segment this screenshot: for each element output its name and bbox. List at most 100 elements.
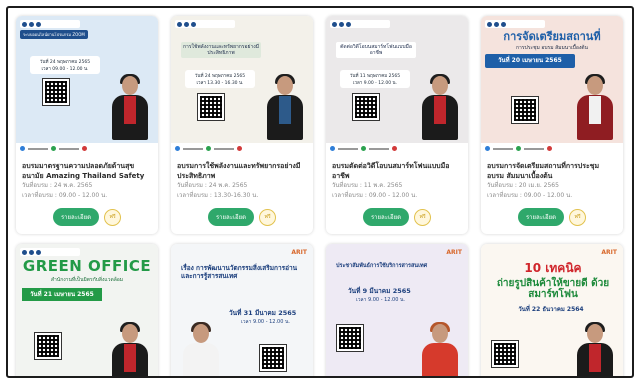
youtube-icon [237, 146, 242, 151]
poster-date: วันที่ 21 เมษายน 2565 [22, 288, 102, 301]
qr-code-icon [42, 78, 70, 106]
line-icon [516, 146, 521, 151]
course-poster[interactable]: ARIT เรื่อง การพัฒนานวัตกรรมสิ่งเสริมการ… [171, 244, 313, 376]
poster-subheading: การประชุม อบรม สัมมนาเบื้องต้น [516, 45, 588, 51]
speaker-photo [110, 74, 150, 140]
course-title: อบรมการจัดเตรียมสถานที่การประชุม อบรม สั… [487, 162, 600, 180]
course-grid: ระบบออนไลน์ผ่านโปรแกรม ZOOM วันที่ 24 พฤ… [16, 16, 624, 376]
course-card[interactable]: ARIT เรื่อง การพัฒนานวัตกรรมสิ่งเสริมการ… [171, 244, 313, 376]
course-poster[interactable]: ARIT ประชาสัมพันธ์การใช้บริการสารสนเทศ ว… [326, 244, 468, 376]
logo-strip [330, 20, 390, 28]
qr-code-icon [197, 93, 225, 121]
qr-code-icon [336, 324, 364, 352]
youtube-icon [547, 146, 552, 151]
qr-code-icon [352, 93, 380, 121]
poster-heading: การจัดเตรียมสถานที่ [503, 30, 601, 43]
detail-button[interactable]: รายละเอียด [517, 208, 565, 226]
poster-heading: 10 เทคนิค [524, 261, 582, 275]
qr-code-icon [259, 344, 287, 372]
youtube-icon [82, 146, 87, 151]
facebook-icon [20, 146, 25, 151]
social-strip [481, 143, 623, 154]
social-strip [171, 143, 313, 154]
speaker-photo [575, 322, 615, 376]
line-icon [206, 146, 211, 151]
course-title: อบรมการใช้พลังงานและทรัพยากรอย่างมีประสิ… [177, 162, 301, 180]
poster-date: วันที่ 20 เมษายน 2565 [485, 54, 575, 68]
course-title: อบรมตัดต่อวิดีโอบนสมาร์ทโฟนแบบมืออาชีพ [332, 162, 450, 180]
detail-button[interactable]: รายละเอียด [362, 208, 410, 226]
poster-subheading: ถ่ายรูปสินค้าให้ขายดี ด้วยสมาร์ทโฟน [496, 278, 610, 300]
course-poster[interactable]: GREEN OFFICE สำนักงานที่เป็นมิตรกับสิ่งแ… [16, 244, 158, 376]
course-poster[interactable]: การใช้พลังงานและทรัพยากรอย่างมีประสิทธิภ… [171, 16, 313, 154]
poster-heading: ตัดต่อวิดีโอบนสมาร์ทโฟนแบบมืออาชีพ [336, 42, 416, 58]
course-meta: อบรมการจัดเตรียมสถานที่การประชุม อบรม สั… [481, 154, 623, 201]
poster-heading: ระบบออนไลน์ผ่านโปรแกรม ZOOM [20, 30, 88, 39]
speaker-photo [575, 74, 615, 140]
card-actions: รายละเอียด ฟรี [481, 201, 623, 234]
logo-strip [20, 248, 80, 256]
poster-heading: GREEN OFFICE [22, 257, 152, 275]
course-card[interactable]: ARIT 10 เทคนิค ถ่ายรูปสินค้าให้ขายดี ด้ว… [481, 244, 623, 376]
course-meta: อบรมตัดต่อวิดีโอบนสมาร์ทโฟนแบบมืออาชีพ ว… [326, 154, 468, 201]
card-actions: รายละเอียด ฟรี [171, 201, 313, 234]
course-card[interactable]: การจัดเตรียมสถานที่ การประชุม อบรม สัมมน… [481, 16, 623, 234]
course-time: เวลาที่อบรม : 09.00 - 12.00 น. [332, 192, 418, 199]
logo-strip [485, 20, 545, 28]
course-time: เวลาที่อบรม : 09.00 - 12.00 น. [22, 192, 108, 199]
speaker-photo [420, 322, 460, 376]
course-card[interactable]: ระบบออนไลน์ผ่านโปรแกรม ZOOM วันที่ 24 พฤ… [16, 16, 158, 234]
card-actions: รายละเอียด ฟรี [16, 201, 158, 234]
poster-date: วันที่ 22 ธันวาคม 2564 [518, 306, 584, 313]
free-badge: ฟรี [569, 208, 587, 226]
course-date: วันที่อบรม : 11 พ.ค. 2565 [332, 182, 403, 189]
course-card[interactable]: ตัดต่อวิดีโอบนสมาร์ทโฟนแบบมืออาชีพ วันที… [326, 16, 468, 234]
qr-code-icon [34, 332, 62, 360]
line-icon [51, 146, 56, 151]
poster-date: วันที่ 11 พฤษภาคม 2565 เวลา 9.00 - 12.00 … [340, 70, 410, 88]
course-date: วันที่อบรม : 20 เม.ย. 2565 [487, 182, 559, 189]
arit-logo: ARIT [446, 249, 462, 256]
logo-strip [175, 20, 235, 28]
card-actions: รายละเอียด ฟรี [326, 201, 468, 234]
course-time: เวลาที่อบรม : 13.30-16.30 น. [177, 192, 259, 199]
free-badge: ฟรี [104, 208, 122, 226]
poster-date: วันที่ 24 พฤษภาคม 2565 เวลา 09.00 - 12.00… [30, 56, 100, 74]
speaker-photo [420, 74, 460, 140]
arit-logo: ARIT [601, 249, 617, 256]
free-badge: ฟรี [414, 208, 432, 226]
course-date: วันที่อบรม : 24 พ.ค. 2565 [177, 182, 248, 189]
course-title: อบรมมาตรฐานความปลอดภัยด้านสุขอนามัย Amaz… [22, 162, 145, 180]
facebook-icon [175, 146, 180, 151]
detail-button[interactable]: รายละเอียด [52, 208, 100, 226]
poster-time: เวลา 9.00 - 12.00 น. [356, 297, 406, 303]
logo-strip [20, 20, 80, 28]
social-strip [16, 143, 158, 154]
course-card[interactable]: GREEN OFFICE สำนักงานที่เป็นมิตรกับสิ่งแ… [16, 244, 158, 376]
qr-code-icon [491, 340, 519, 368]
course-date: วันที่อบรม : 24 พ.ค. 2565 [22, 182, 93, 189]
course-card[interactable]: การใช้พลังงานและทรัพยากรอย่างมีประสิทธิภ… [171, 16, 313, 234]
course-card[interactable]: ARIT ประชาสัมพันธ์การใช้บริการสารสนเทศ ว… [326, 244, 468, 376]
course-poster[interactable]: การจัดเตรียมสถานที่ การประชุม อบรม สัมมน… [481, 16, 623, 154]
course-meta: อบรมการใช้พลังงานและทรัพยากรอย่างมีประสิ… [171, 154, 313, 201]
youtube-icon [392, 146, 397, 151]
poster-date: วันที่ 24 พฤษภาคม 2565 เวลา 13.30 - 16.30… [185, 70, 255, 88]
detail-button[interactable]: รายละเอียด [207, 208, 255, 226]
poster-date: วันที่ 31 มีนาคม 2565 [229, 309, 297, 317]
poster-heading: การใช้พลังงานและทรัพยากรอย่างมีประสิทธิภ… [181, 42, 261, 58]
poster-heading: ประชาสัมพันธ์การใช้บริการสารสนเทศ [336, 263, 428, 269]
course-poster[interactable]: ตัดต่อวิดีโอบนสมาร์ทโฟนแบบมืออาชีพ วันที… [326, 16, 468, 154]
course-poster[interactable]: ARIT 10 เทคนิค ถ่ายรูปสินค้าให้ขายดี ด้ว… [481, 244, 623, 376]
course-time: เวลาที่อบรม : 09.00 - 12.00 น. [487, 192, 573, 199]
arit-logo: ARIT [291, 249, 307, 256]
qr-code-icon [511, 96, 539, 124]
facebook-icon [330, 146, 335, 151]
course-poster[interactable]: ระบบออนไลน์ผ่านโปรแกรม ZOOM วันที่ 24 พฤ… [16, 16, 158, 154]
screenshot-frame: ระบบออนไลน์ผ่านโปรแกรม ZOOM วันที่ 24 พฤ… [6, 6, 634, 378]
free-badge: ฟรี [259, 208, 277, 226]
speaker-photo [110, 322, 150, 376]
line-icon [361, 146, 366, 151]
speaker-photo [181, 322, 221, 376]
facebook-icon [485, 146, 490, 151]
